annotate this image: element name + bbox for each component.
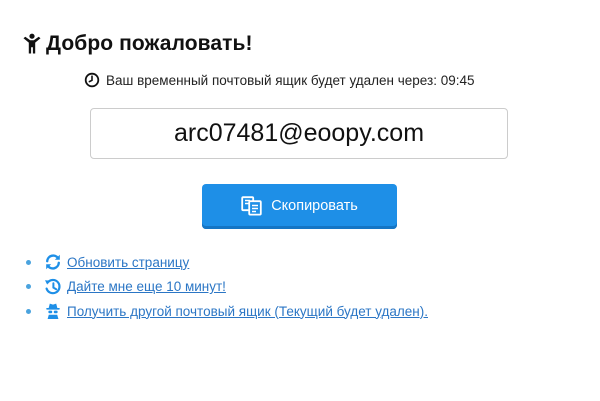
spy-icon[interactable] [44, 302, 62, 320]
new-mailbox-link[interactable]: Получить другой почтовый ящик (Текущий б… [67, 304, 428, 319]
email-address-field[interactable]: arc07481@eoopy.com [90, 108, 508, 159]
expiry-timer-text: Ваш временный почтовый ящик будет удален… [106, 72, 475, 88]
email-address-text[interactable]: arc07481@eoopy.com [174, 119, 424, 148]
action-refresh-item: Обновить страницу [26, 252, 428, 272]
refresh-icon[interactable] [44, 253, 62, 271]
list-bullet [26, 259, 31, 265]
list-bullet [26, 308, 31, 314]
extend-time-link[interactable]: Дайте мне еще 10 минут! [67, 279, 226, 294]
list-bullet [26, 284, 31, 289]
action-links-list: Обновить страницу Дайте мне еще 10 минут… [26, 252, 428, 326]
page-title: Добро пожаловать! [46, 32, 253, 55]
welcome-person-icon [22, 33, 42, 55]
copy-button[interactable]: Скопировать [202, 184, 397, 229]
copy-button-label[interactable]: Скопировать [271, 198, 358, 214]
action-extend-item: Дайте мне еще 10 минут! [26, 277, 428, 297]
temp-mail-page: Добро пожаловать! Ваш временный почтовый… [0, 0, 600, 401]
welcome-header: Добро пожаловать! [22, 28, 253, 60]
clock-icon [84, 72, 100, 88]
copy-icon [241, 195, 263, 216]
history-icon[interactable] [44, 278, 62, 296]
expiry-timer: Ваш временный почтовый ящик будет удален… [84, 70, 474, 90]
action-new-mailbox-item: Получить другой почтовый ящик (Текущий б… [26, 301, 428, 321]
refresh-page-link[interactable]: Обновить страницу [67, 255, 189, 270]
